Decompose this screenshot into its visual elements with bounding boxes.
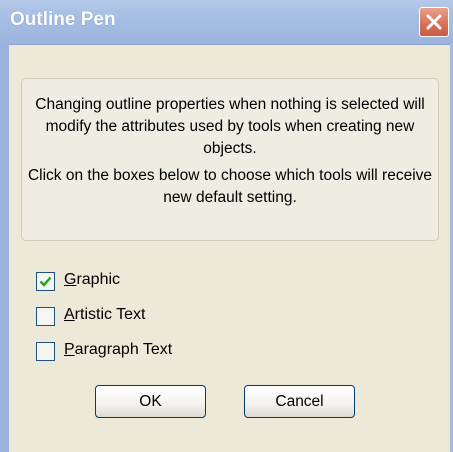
cancel-button[interactable]: Cancel bbox=[244, 385, 355, 418]
artistic-text-label[interactable]: Artistic Text bbox=[64, 306, 146, 324]
graphic-label-text: raphic bbox=[76, 271, 121, 288]
info-text-2: Click on the boxes below to choose which… bbox=[27, 167, 433, 206]
graphic-label[interactable]: Graphic bbox=[64, 271, 120, 289]
ok-button[interactable]: OK bbox=[95, 385, 206, 418]
paragraph-text-label[interactable]: Paragraph Text bbox=[64, 341, 172, 359]
window-frame-left bbox=[0, 44, 9, 452]
window-title: Outline Pen bbox=[10, 9, 116, 30]
info-text-1: Changing outline properties when nothing… bbox=[35, 96, 425, 157]
artistic-text-checkbox[interactable] bbox=[36, 307, 55, 326]
close-icon bbox=[426, 14, 442, 30]
outline-pen-dialog: Outline Pen Changing outline properties … bbox=[0, 0, 453, 452]
checkmark-icon bbox=[39, 276, 52, 287]
graphic-checkbox[interactable] bbox=[36, 272, 55, 291]
artistic-text-label-text: rtistic Text bbox=[74, 306, 146, 323]
paragraph-text-mnemonic: P bbox=[64, 341, 75, 358]
artistic-text-mnemonic: A bbox=[64, 306, 75, 323]
paragraph-text-label-text: aragraph Text bbox=[74, 341, 173, 358]
graphic-mnemonic: G bbox=[64, 271, 77, 288]
paragraph-text-checkbox[interactable] bbox=[36, 342, 55, 361]
close-button[interactable] bbox=[419, 7, 449, 37]
title-bar[interactable]: Outline Pen bbox=[0, 0, 453, 45]
